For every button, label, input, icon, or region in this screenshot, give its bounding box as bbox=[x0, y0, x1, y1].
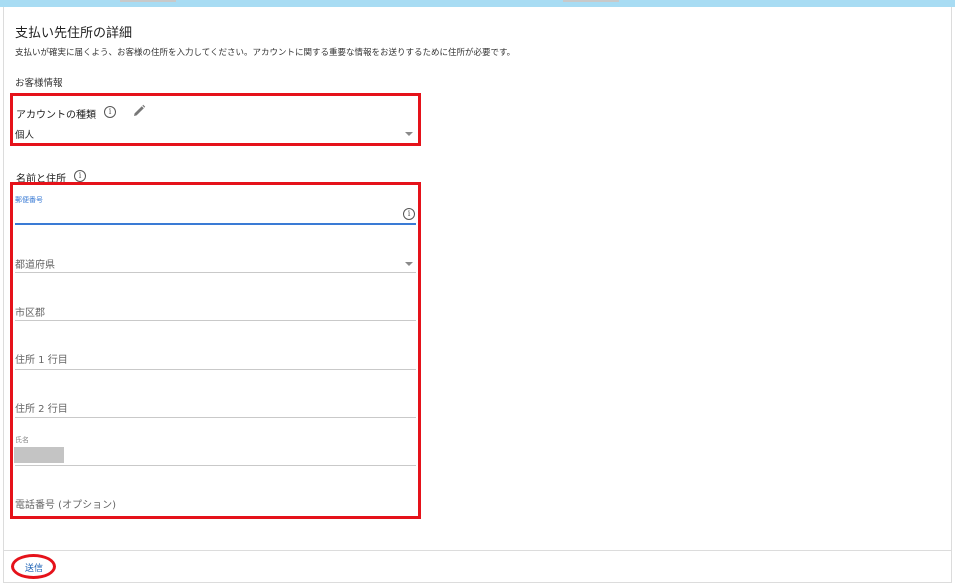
info-icon[interactable]: i bbox=[74, 170, 86, 182]
name-underline bbox=[15, 465, 416, 466]
dropdown-caret-icon bbox=[405, 132, 413, 136]
submit-button[interactable]: 送信 bbox=[25, 561, 43, 574]
account-type-label: アカウントの種類 bbox=[16, 110, 96, 121]
phone-field[interactable]: 電話番号 (オプション) bbox=[15, 494, 416, 512]
city-field[interactable]: 市区郡 bbox=[15, 300, 416, 321]
pencil-icon[interactable] bbox=[131, 103, 147, 119]
top-bar bbox=[0, 0, 955, 7]
page-description: 支払いが確実に届くよう、お客様の住所を入力してください。アカウントに関する重要な… bbox=[15, 48, 516, 58]
city-underline bbox=[15, 320, 416, 321]
page-title: 支払い先住所の詳細 bbox=[15, 26, 133, 41]
dropdown-caret-icon bbox=[405, 262, 413, 266]
prefecture-underline bbox=[15, 272, 416, 273]
prefecture-select[interactable]: 都道府県 bbox=[15, 252, 416, 273]
customer-info-heading: お客様情報 bbox=[15, 78, 63, 89]
info-icon[interactable]: i bbox=[403, 208, 415, 220]
name-label: 氏名 bbox=[15, 436, 29, 444]
postal-code-field[interactable] bbox=[15, 204, 416, 225]
address-line-2-field[interactable]: 住所 2 行目 bbox=[15, 397, 416, 418]
address-line-1-field[interactable]: 住所 1 行目 bbox=[15, 348, 416, 370]
phone-placeholder: 電話番号 (オプション) bbox=[15, 500, 116, 511]
top-bar-segment bbox=[120, 0, 176, 2]
address-line-1-underline bbox=[15, 369, 416, 370]
account-type-select[interactable]: 個人 bbox=[15, 127, 34, 141]
top-bar-segment bbox=[563, 0, 619, 2]
address-line-2-placeholder: 住所 2 行目 bbox=[15, 404, 68, 415]
prefecture-placeholder: 都道府県 bbox=[15, 260, 55, 271]
name-field[interactable] bbox=[15, 445, 416, 466]
address-line-2-underline bbox=[15, 417, 416, 418]
info-icon[interactable]: i bbox=[104, 106, 116, 118]
address-line-1-placeholder: 住所 1 行目 bbox=[15, 355, 68, 366]
footer-divider bbox=[3, 550, 952, 551]
postal-code-underline bbox=[15, 223, 416, 225]
city-placeholder: 市区郡 bbox=[15, 308, 45, 319]
